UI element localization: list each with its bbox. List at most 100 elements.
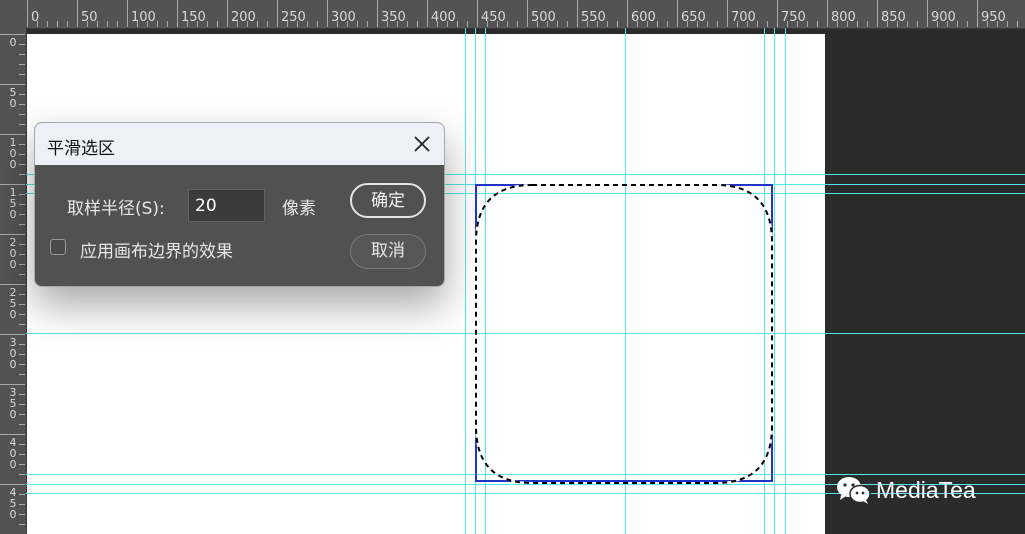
ruler-tick (627, 0, 628, 27)
ruler-minor-tick (597, 21, 598, 27)
ruler-label: 150 (181, 10, 206, 25)
ruler-minor-tick (847, 21, 848, 27)
ruler-minor-tick (19, 164, 25, 165)
ruler-minor-tick (47, 21, 48, 27)
ruler-label: 0 (9, 258, 17, 271)
ok-button[interactable]: 确定 (350, 183, 426, 218)
ruler-tick (677, 0, 678, 27)
apply-canvas-bounds-label[interactable]: 应用画布边界的效果 (80, 237, 233, 262)
ruler-minor-tick (19, 204, 25, 205)
ruler-minor-tick (247, 21, 248, 27)
ruler-minor-tick (667, 21, 668, 27)
ruler-tick (977, 0, 978, 27)
ruler-minor-tick (19, 254, 25, 255)
ruler-label: 650 (681, 10, 706, 25)
ruler-minor-tick (19, 464, 25, 465)
ruler-label: 350 (381, 10, 406, 25)
ruler-minor-tick (19, 504, 25, 505)
smoothed-selection-marquee (475, 184, 773, 484)
ruler-label: 0 (9, 408, 17, 421)
ruler-tick (0, 134, 25, 135)
ruler-tick (0, 334, 25, 335)
ruler-minor-tick (987, 21, 988, 27)
ruler-minor-tick (19, 404, 25, 405)
ruler-minor-tick (637, 21, 638, 27)
ruler-minor-tick (457, 21, 458, 27)
guide-vertical[interactable] (785, 28, 786, 534)
ruler-minor-tick (19, 494, 25, 495)
watermark: MediaTea (836, 474, 976, 506)
ruler-minor-tick (857, 21, 858, 27)
ruler-label: 400 (431, 10, 456, 25)
ruler-minor-tick (607, 21, 608, 27)
ruler-tick (227, 0, 228, 27)
ruler-minor-tick (957, 21, 958, 27)
ruler-label: 200 (231, 10, 256, 25)
horizontal-ruler[interactable]: 0 50 100 150 200 250 300 350 400 450 500 550 600 650 7… (0, 0, 1025, 29)
ruler-minor-tick (717, 21, 718, 27)
ruler-minor-tick (937, 21, 938, 27)
cancel-button[interactable]: 取消 (350, 234, 426, 269)
ruler-tick (127, 0, 128, 27)
ruler-minor-tick (437, 21, 438, 27)
ruler-label: 0 (9, 458, 17, 471)
ruler-tick (0, 34, 25, 35)
ruler-label: 0 (9, 36, 17, 49)
ruler-tick (327, 0, 328, 27)
ruler-label: 0 (9, 158, 17, 171)
ruler-minor-tick (1007, 21, 1008, 27)
ruler-minor-tick (947, 21, 948, 27)
ruler-minor-tick (19, 454, 25, 455)
ruler-minor-tick (697, 21, 698, 27)
dialog-titlebar[interactable]: 平滑选区 (35, 123, 444, 165)
ruler-minor-tick (19, 274, 25, 275)
ruler-tick (0, 434, 25, 435)
ruler-tick (0, 484, 25, 485)
ruler-minor-tick (997, 21, 998, 27)
ruler-tick (0, 384, 25, 385)
ruler-minor-tick (917, 21, 918, 27)
ruler-tick (727, 0, 728, 27)
ruler-tick (577, 0, 578, 27)
ruler-minor-tick (197, 21, 198, 27)
sample-radius-input[interactable] (188, 189, 265, 222)
ruler-label: 100 (131, 10, 156, 25)
ruler-minor-tick (867, 21, 868, 27)
ruler-minor-tick (19, 104, 25, 105)
vertical-ruler[interactable]: 050100150200250300350400450 (0, 28, 27, 534)
ruler-minor-tick (19, 224, 25, 225)
ruler-label: 0 (9, 208, 17, 221)
wechat-icon (837, 477, 871, 504)
guide-vertical[interactable] (465, 28, 466, 534)
ruler-minor-tick (19, 64, 25, 65)
ruler-minor-tick (19, 344, 25, 345)
ruler-tick (477, 0, 478, 27)
ruler-label: 0 (9, 358, 17, 371)
ruler-minor-tick (19, 44, 25, 45)
dialog-title: 平滑选区 (47, 139, 115, 159)
ruler-minor-tick (497, 21, 498, 27)
ruler-tick (927, 0, 928, 27)
ruler-minor-tick (337, 21, 338, 27)
ruler-minor-tick (19, 194, 25, 195)
ruler-minor-tick (387, 21, 388, 27)
ruler-minor-tick (357, 21, 358, 27)
ruler-minor-tick (507, 21, 508, 27)
ruler-minor-tick (19, 314, 25, 315)
close-icon[interactable] (410, 132, 434, 156)
ruler-minor-tick (567, 21, 568, 27)
ruler-corner (0, 0, 26, 28)
ruler-tick (0, 84, 25, 85)
ruler-minor-tick (87, 21, 88, 27)
ruler-tick (0, 284, 25, 285)
ruler-minor-tick (19, 154, 25, 155)
ruler-minor-tick (19, 214, 25, 215)
ruler-minor-tick (19, 424, 25, 425)
apply-canvas-bounds-checkbox[interactable] (50, 239, 66, 255)
ruler-minor-tick (557, 21, 558, 27)
sample-radius-label: 取样半径(S): (67, 199, 165, 219)
ruler-minor-tick (757, 21, 758, 27)
ruler-minor-tick (747, 21, 748, 27)
watermark-text: MediaTea (876, 477, 976, 503)
ruler-label: 250 (281, 10, 306, 25)
